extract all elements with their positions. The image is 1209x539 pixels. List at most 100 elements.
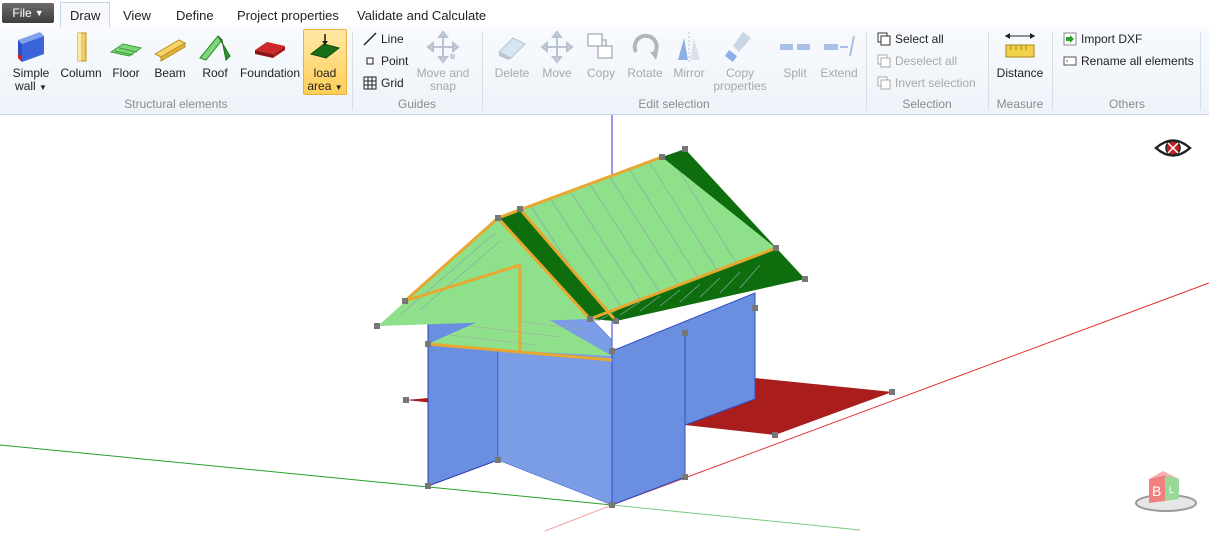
copy-label: Copy: [586, 66, 615, 80]
beam-icon: [153, 39, 187, 62]
move-label: Move: [542, 66, 572, 80]
svg-text:B: B: [1152, 483, 1161, 499]
rotate-label: Rotate: [627, 66, 663, 80]
visibility-eye-icon[interactable]: [1154, 135, 1192, 161]
svg-text:L: L: [1169, 485, 1174, 495]
copy-button[interactable]: Copy: [581, 30, 621, 80]
guide-line-label: Line: [381, 32, 404, 46]
rotate-icon: [632, 33, 659, 60]
floor-label: Floor: [112, 66, 140, 80]
distance-label: Distance: [996, 66, 1044, 80]
guide-line-button[interactable]: Line: [363, 30, 404, 48]
tab-view[interactable]: View: [123, 4, 151, 27]
import-dxf-label: Import DXF: [1081, 32, 1143, 46]
rename-all-elements-button[interactable]: Rename all elements: [1063, 52, 1194, 70]
roof-button[interactable]: Roof: [196, 30, 234, 80]
foundation-label: Foundation: [239, 66, 301, 80]
extend-button[interactable]: Extend: [818, 30, 860, 80]
extend-label: Extend: [820, 66, 858, 80]
select-all-label: Select all: [895, 32, 944, 46]
simple-wall-button[interactable]: Simple wall ▼: [9, 30, 53, 94]
wall-front-right[interactable]: [611, 292, 756, 506]
move-icon: [540, 30, 574, 64]
move-snap-icon: [426, 30, 460, 64]
others-group-label: Others: [1108, 97, 1145, 111]
copy-properties-label-2: properties: [713, 79, 767, 93]
load-area-icon: [309, 34, 341, 59]
extend-icon: [824, 35, 855, 57]
select-all-button[interactable]: Select all: [877, 30, 944, 48]
import-dxf-button[interactable]: Import DXF: [1063, 30, 1142, 48]
move-button[interactable]: Move: [537, 30, 577, 80]
y-axis-negative: [611, 504, 861, 531]
guide-grid-label: Grid: [381, 76, 404, 90]
x-axis-negative: [544, 504, 613, 532]
rename-icon: [1063, 56, 1077, 66]
column-label: Column: [60, 66, 102, 80]
delete-button[interactable]: Delete: [492, 30, 532, 80]
file-menu-label: File: [12, 6, 32, 20]
group-separator: [1200, 32, 1201, 110]
load-area-button[interactable]: load area ▼: [303, 29, 347, 95]
mirror-button[interactable]: Mirror: [668, 30, 710, 80]
measure-group-label: Measure: [996, 97, 1044, 111]
column-icon: [77, 32, 87, 62]
split-label: Split: [783, 66, 807, 80]
invert-selection-icon: [877, 76, 891, 90]
mirror-label: Mirror: [673, 66, 705, 80]
file-menu-button[interactable]: File ▼: [2, 3, 54, 23]
guide-grid-button[interactable]: Grid: [363, 74, 404, 92]
floor-icon: [109, 43, 143, 57]
guide-point-label: Point: [381, 54, 409, 68]
guide-point-button[interactable]: Point: [363, 52, 408, 70]
edit-selection-group-label: Edit selection: [638, 97, 710, 111]
split-button[interactable]: Split: [775, 30, 815, 80]
copy-icon: [587, 33, 613, 59]
rotate-button[interactable]: Rotate: [624, 30, 666, 80]
column-button[interactable]: Column: [59, 30, 103, 80]
copy-properties-button[interactable]: Copy properties: [711, 30, 769, 93]
simple-wall-label-2: wall ▼: [15, 79, 47, 93]
deselect-all-icon: [877, 54, 891, 68]
foundation-button[interactable]: Foundation: [238, 30, 302, 80]
mirror-icon: [678, 32, 700, 62]
beam-label: Beam: [154, 66, 186, 80]
guides-group-label: Guides: [397, 97, 437, 111]
invert-selection-button[interactable]: Invert selection: [877, 74, 976, 92]
beam-button[interactable]: Beam: [150, 30, 190, 80]
model-canvas[interactable]: [0, 115, 1209, 534]
ribbon-tab-bar: File ▼ Draw View Define Project properti…: [0, 0, 1209, 28]
structural-elements-group-label: Structural elements: [124, 97, 228, 111]
roof-icon: [199, 35, 231, 62]
roof-label: Roof: [202, 66, 228, 80]
distance-button[interactable]: Distance: [994, 30, 1046, 80]
load-area-label-2: area ▼: [307, 79, 343, 93]
chevron-down-icon: ▼: [34, 8, 44, 18]
paintbrush-icon: [725, 32, 751, 62]
ribbon-panel: Simple wall ▼ Column Floor Beam Roof Fou…: [0, 27, 1209, 115]
selection-group-label: Selection: [902, 97, 952, 111]
invert-selection-label: Invert selection: [895, 76, 976, 90]
deselect-all-label: Deselect all: [895, 54, 958, 68]
point-icon: [366, 57, 374, 65]
tab-validate-and-calculate[interactable]: Validate and Calculate: [357, 4, 486, 27]
ruler-icon: [1005, 33, 1035, 58]
rename-all-elements-label: Rename all elements: [1081, 54, 1194, 68]
tab-draw[interactable]: Draw: [60, 2, 111, 28]
line-icon: [363, 32, 377, 46]
grid-icon: [363, 76, 377, 90]
tab-define[interactable]: Define: [176, 4, 214, 27]
delete-label: Delete: [494, 66, 530, 80]
eraser-icon: [498, 37, 526, 60]
3d-viewport[interactable]: B L: [0, 115, 1209, 534]
wall-icon: [18, 32, 44, 62]
split-icon: [780, 44, 810, 50]
import-icon: [1063, 32, 1077, 46]
deselect-all-button[interactable]: Deselect all: [877, 52, 957, 70]
foundation-icon: [255, 42, 285, 58]
floor-button[interactable]: Floor: [107, 30, 145, 80]
tab-project-properties[interactable]: Project properties: [237, 4, 339, 27]
view-cube-icon[interactable]: B L: [1133, 465, 1199, 515]
move-and-snap-button[interactable]: Move and snap: [414, 30, 472, 93]
move-and-snap-label-2: snap: [429, 79, 457, 93]
